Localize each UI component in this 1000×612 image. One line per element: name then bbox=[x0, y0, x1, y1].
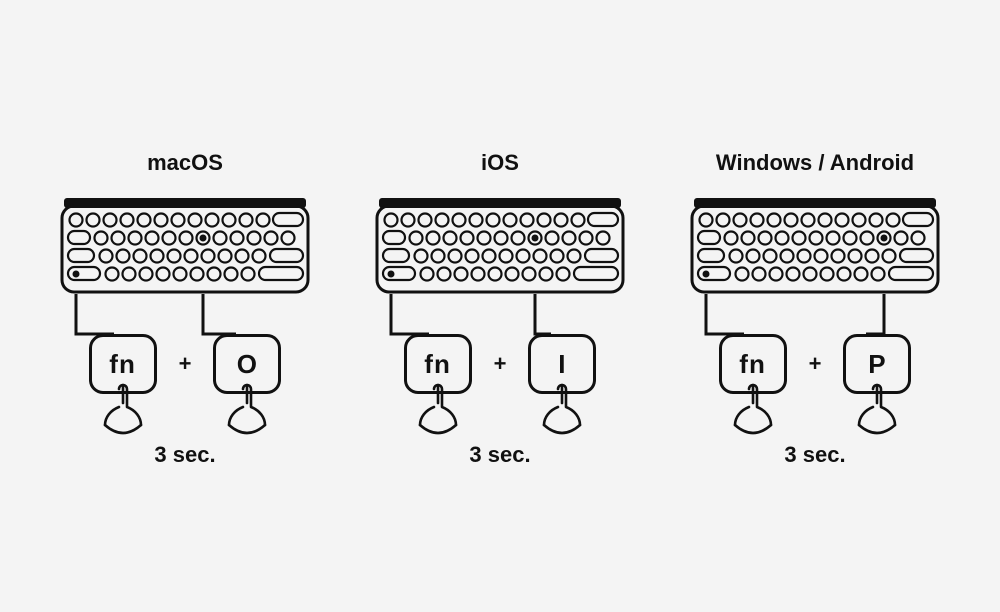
press-hand-icon bbox=[534, 381, 590, 437]
key-second: P bbox=[843, 334, 911, 394]
duration-label: 3 sec. bbox=[154, 442, 215, 468]
panel-macos: macOS bbox=[50, 150, 320, 468]
os-label: Windows / Android bbox=[716, 150, 914, 176]
connector-lines bbox=[690, 294, 940, 334]
duration-label: 3 sec. bbox=[784, 442, 845, 468]
os-label: macOS bbox=[147, 150, 223, 176]
press-hand-icon bbox=[95, 381, 151, 437]
key-fn: fn bbox=[404, 334, 472, 394]
press-hand-icon bbox=[725, 381, 781, 437]
press-hand-icon bbox=[410, 381, 466, 437]
plus-sign: + bbox=[494, 351, 507, 377]
os-label: iOS bbox=[481, 150, 519, 176]
connector-lines bbox=[375, 294, 625, 334]
key-fn: fn bbox=[89, 334, 157, 394]
plus-sign: + bbox=[179, 351, 192, 377]
key-label: I bbox=[558, 349, 566, 380]
keyboard-illustration bbox=[60, 198, 310, 294]
panel-ios: iOS bbox=[365, 150, 635, 468]
key-label: O bbox=[237, 349, 258, 380]
panel-windows-android: Windows / Android bbox=[680, 150, 950, 468]
key-second: O bbox=[213, 334, 281, 394]
press-hand-icon bbox=[219, 381, 275, 437]
connector-lines bbox=[60, 294, 310, 334]
keyboard-illustration bbox=[690, 198, 940, 294]
key-label: P bbox=[868, 349, 886, 380]
keyboard-illustration bbox=[375, 198, 625, 294]
key-label: fn bbox=[739, 349, 766, 380]
key-label: fn bbox=[424, 349, 451, 380]
instruction-row: macOS bbox=[0, 0, 1000, 468]
key-second: I bbox=[528, 334, 596, 394]
key-fn: fn bbox=[719, 334, 787, 394]
duration-label: 3 sec. bbox=[469, 442, 530, 468]
plus-sign: + bbox=[809, 351, 822, 377]
press-hand-icon bbox=[849, 381, 905, 437]
key-label: fn bbox=[109, 349, 136, 380]
